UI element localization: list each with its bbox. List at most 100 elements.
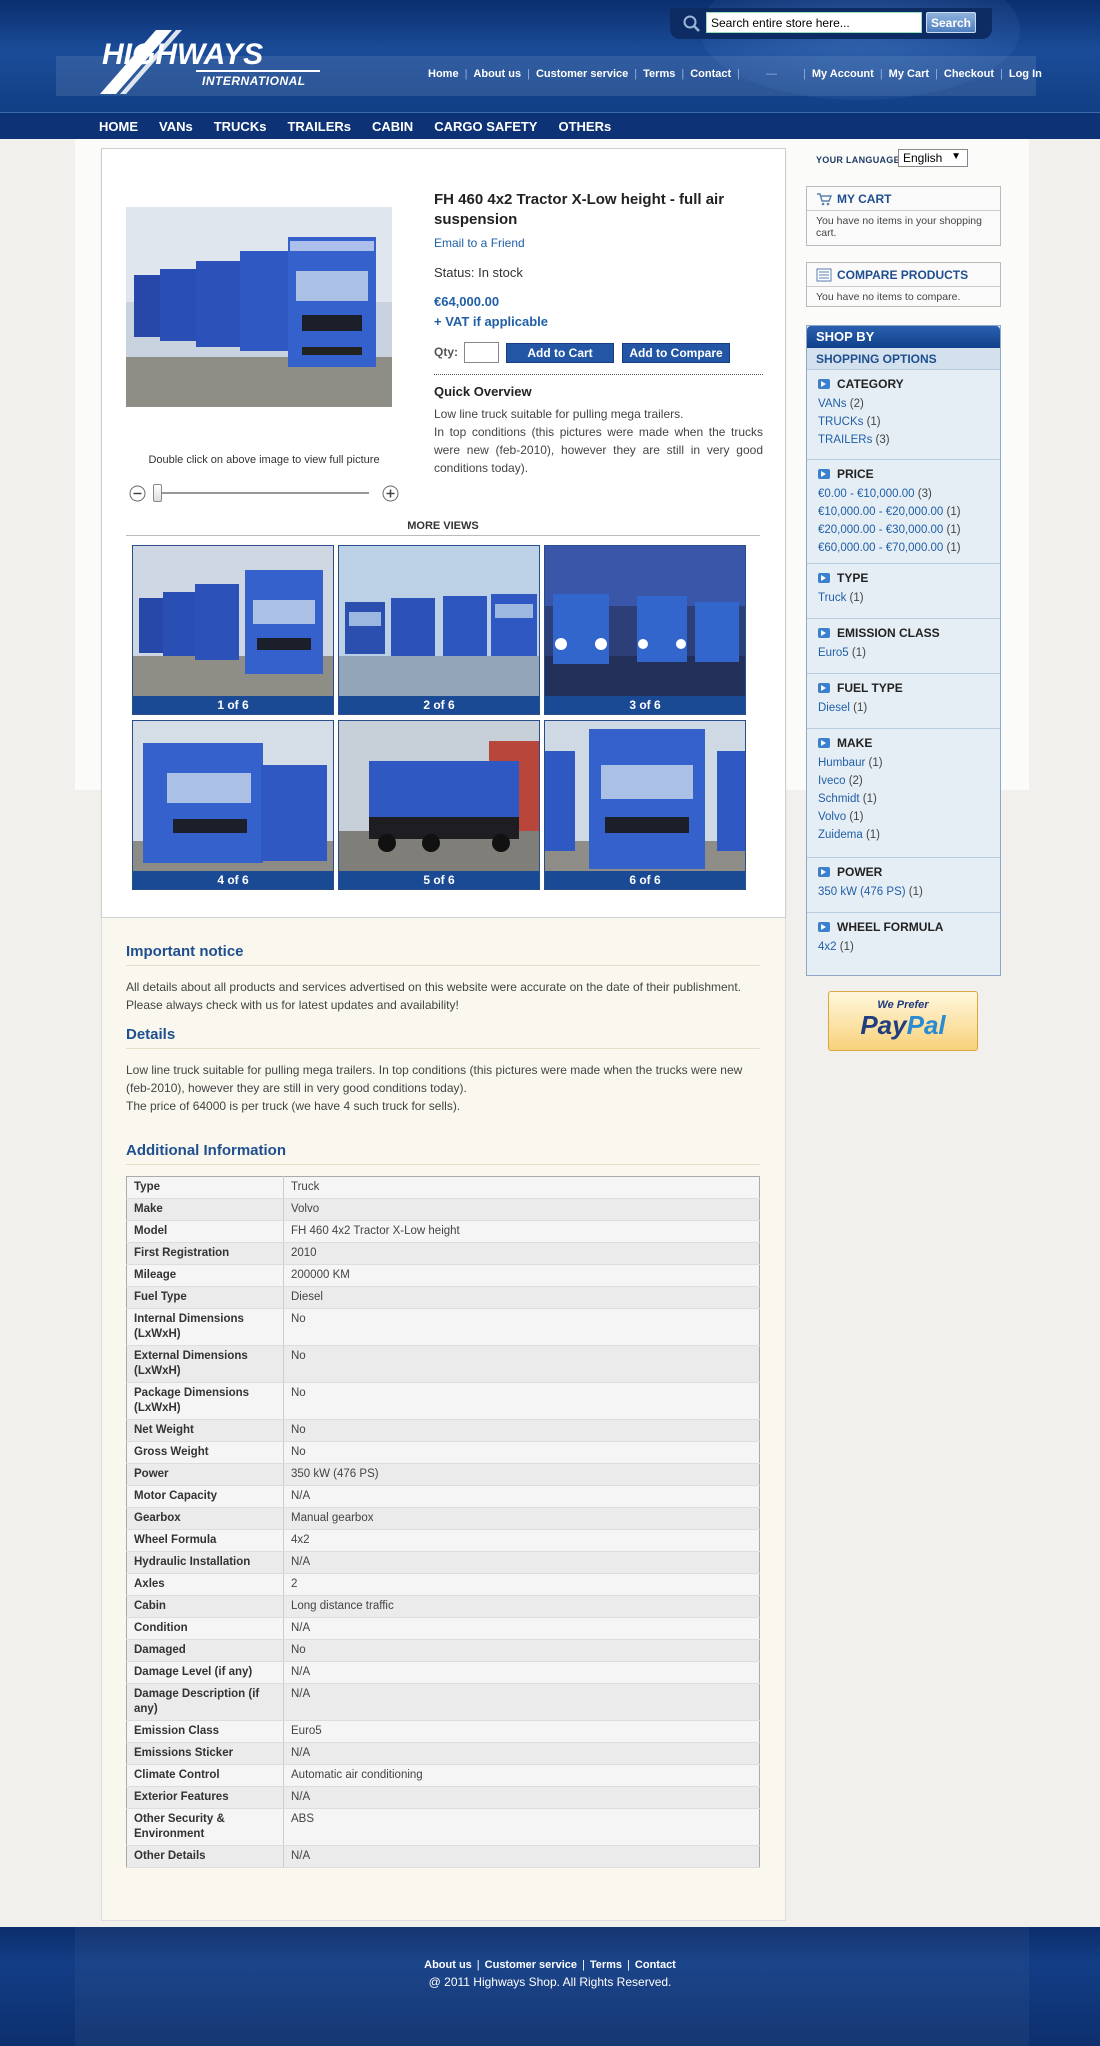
spec-value: 2010 xyxy=(283,1242,760,1265)
filter-option: 350 kW (476 PS) (1) xyxy=(818,883,990,901)
thumbnail-2[interactable]: 2 of 6 xyxy=(338,545,540,715)
spec-value: ABS xyxy=(283,1808,760,1846)
filter-option-count: (1) xyxy=(849,811,864,823)
shop-by-panel: SHOP BY SHOPPING OPTIONS CATEGORY VANs (2… xyxy=(806,325,1001,976)
spec-label: Package Dimensions (LxWxH) xyxy=(126,1382,284,1420)
top-links: Home | About us | Customer service | Terms |… xyxy=(428,68,1042,80)
footer-link-contact[interactable]: Contact xyxy=(635,1959,676,1971)
zoom-out-icon[interactable] xyxy=(129,485,146,502)
site-header: HIGHWAYS INTERNATIONAL Search Home| Abou… xyxy=(0,0,1100,112)
qty-input[interactable] xyxy=(464,342,499,363)
filter-option: Truck (1) xyxy=(818,589,990,607)
filter-group-label: TYPE xyxy=(837,571,869,585)
filter-group-title: TYPE xyxy=(818,571,990,585)
filter-option-link[interactable]: Volvo xyxy=(818,811,846,823)
footer-link-customer-service[interactable]: Customer service xyxy=(485,1959,577,1971)
filter-option-link[interactable]: TRAILERs xyxy=(818,434,872,446)
add-to-compare-button[interactable]: Add to Compare xyxy=(622,343,730,363)
arrow-right-icon xyxy=(818,738,830,748)
spec-row: Other Details N/A xyxy=(126,1845,760,1868)
top-link-my-cart[interactable]: My Cart xyxy=(889,68,929,80)
highways-logo[interactable]: HIGHWAYS INTERNATIONAL xyxy=(98,30,322,96)
filter-option-link[interactable]: Humbaur xyxy=(818,757,865,769)
add-to-cart-button[interactable]: Add to Cart xyxy=(506,343,614,363)
filter-option-link[interactable]: 4x2 xyxy=(818,941,837,953)
top-link-customer-service[interactable]: Customer service xyxy=(536,68,628,80)
email-friend-link[interactable]: Email to a Friend xyxy=(434,236,525,250)
compare-icon xyxy=(816,268,832,282)
zoom-slider-track[interactable] xyxy=(154,492,369,494)
spec-label: Motor Capacity xyxy=(126,1485,284,1508)
top-link-home[interactable]: Home xyxy=(428,68,459,80)
filter-group-make: MAKE Humbaur (1) Iveco (2) Schmidt (1) Volvo… xyxy=(807,728,1000,844)
spec-row: Emission Class Euro5 xyxy=(126,1720,760,1743)
thumbnail-1[interactable]: 1 of 6 xyxy=(132,545,334,715)
filter-option-link[interactable]: 350 kW (476 PS) xyxy=(818,886,906,898)
spec-row: Make Volvo xyxy=(126,1198,760,1221)
top-link-checkout[interactable]: Checkout xyxy=(944,68,994,80)
search-button[interactable]: Search xyxy=(926,12,976,33)
spec-label: External Dimensions (LxWxH) xyxy=(126,1345,284,1383)
nav-item-home[interactable]: HOME xyxy=(99,119,138,134)
spec-label: Damage Level (if any) xyxy=(126,1661,284,1684)
details-title: Details xyxy=(126,1026,760,1049)
compare-title: COMPARE PRODUCTS xyxy=(837,268,969,282)
filter-group-title: FUEL TYPE xyxy=(818,681,990,695)
filter-option: Iveco (2) xyxy=(818,772,990,790)
zoom-in-icon[interactable] xyxy=(382,485,399,502)
filter-option-link[interactable]: VANs xyxy=(818,398,847,410)
filter-option-link[interactable]: €20,000.00 - €30,000.00 xyxy=(818,524,943,536)
top-link-terms[interactable]: Terms xyxy=(643,68,675,80)
filter-option-link[interactable]: Zuidema xyxy=(818,829,863,841)
nav-item-cargo-safety[interactable]: CARGO SAFETY xyxy=(434,119,537,134)
nav-item-trailers[interactable]: TRAILERs xyxy=(287,119,351,134)
arrow-right-icon xyxy=(818,469,830,479)
filter-option-link[interactable]: €10,000.00 - €20,000.00 xyxy=(818,506,943,518)
nav-item-others[interactable]: OTHERs xyxy=(558,119,611,134)
filter-option-link[interactable]: Truck xyxy=(818,592,846,604)
thumbnail-caption: 6 of 6 xyxy=(545,871,745,889)
nav-item-cabin[interactable]: CABIN xyxy=(372,119,413,134)
footer-link-terms[interactable]: Terms xyxy=(590,1959,622,1971)
qty-label: Qty: xyxy=(434,345,458,359)
filter-group-label: EMISSION CLASS xyxy=(837,626,940,640)
filter-option-count: (1) xyxy=(851,647,866,659)
spec-value: Automatic air conditioning xyxy=(283,1764,760,1787)
spec-table: Type Truck Make Volvo Model FH 460 4x2 Tracto… xyxy=(126,1176,760,1868)
filter-group-title: CATEGORY xyxy=(818,377,990,391)
spec-value: Manual gearbox xyxy=(283,1507,760,1530)
nav-item-trucks[interactable]: TRUCKs xyxy=(214,119,267,134)
language-select[interactable]: English ▼ xyxy=(898,149,968,167)
nav-item-vans[interactable]: VANs xyxy=(159,119,193,134)
filter-option-link[interactable]: Euro5 xyxy=(818,647,849,659)
filter-option: €60,000.00 - €70,000.00 (1) xyxy=(818,539,990,557)
top-link-about[interactable]: About us xyxy=(473,68,521,80)
spec-label: First Registration xyxy=(126,1242,284,1265)
thumbnail-5[interactable]: 5 of 6 xyxy=(338,720,540,890)
filter-option: €0.00 - €10,000.00 (3) xyxy=(818,485,990,503)
spec-row: Cabin Long distance traffic xyxy=(126,1595,760,1618)
filter-group-label: CATEGORY xyxy=(837,377,904,391)
filter-option-link[interactable]: Iveco xyxy=(818,775,846,787)
filter-option-link[interactable]: Schmidt xyxy=(818,793,860,805)
zoom-slider-handle[interactable] xyxy=(153,484,162,502)
footer-link-about[interactable]: About us xyxy=(424,1959,472,1971)
filter-option-link[interactable]: €60,000.00 - €70,000.00 xyxy=(818,542,943,554)
top-link-log-in[interactable]: Log In xyxy=(1009,68,1042,80)
thumbnail-4[interactable]: 4 of 6 xyxy=(132,720,334,890)
thumbnail-3[interactable]: 3 of 6 xyxy=(544,545,746,715)
filter-option-link[interactable]: TRUCKs xyxy=(818,416,863,428)
filter-option-count: (3) xyxy=(917,488,932,500)
filter-option-link[interactable]: €0.00 - €10,000.00 xyxy=(818,488,915,500)
filter-option-link[interactable]: Diesel xyxy=(818,702,850,714)
search-input[interactable] xyxy=(706,12,922,33)
top-link-my-account[interactable]: My Account xyxy=(812,68,874,80)
thumbnail-6[interactable]: 6 of 6 xyxy=(544,720,746,890)
top-link-contact[interactable]: Contact xyxy=(690,68,731,80)
filter-group-title: WHEEL FORMULA xyxy=(818,920,990,934)
paypal-badge[interactable]: We Prefer PayPal xyxy=(828,991,978,1051)
spec-value: 4x2 xyxy=(283,1529,760,1552)
product-main-image[interactable] xyxy=(126,207,392,407)
product-title: FH 460 4x2 Tractor X-Low height - full a… xyxy=(434,191,725,228)
copyright: @ 2011 Highways Shop. All Rights Reserve… xyxy=(428,1975,672,1989)
